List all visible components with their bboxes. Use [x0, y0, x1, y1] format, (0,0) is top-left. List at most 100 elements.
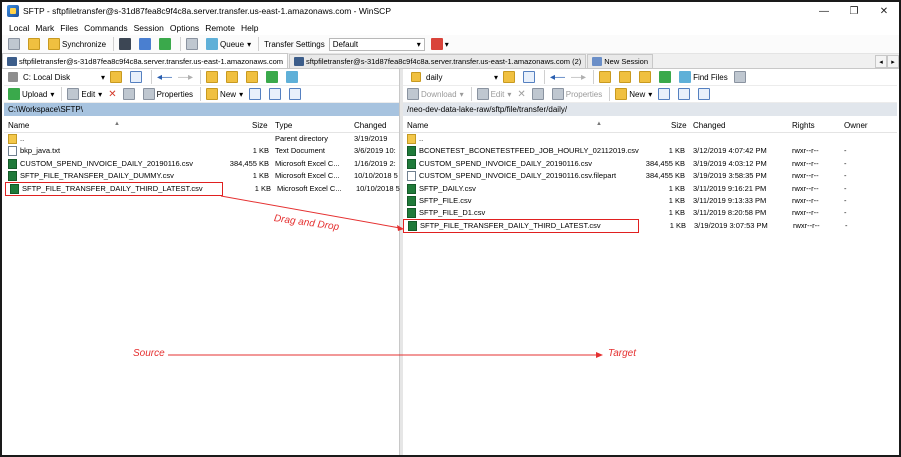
remote-forward-button[interactable]: —▸: [569, 69, 588, 86]
local-parent-dir-button[interactable]: [204, 69, 222, 86]
maximize-button[interactable]: ❐: [839, 2, 869, 20]
transfer-options-icon: [430, 38, 443, 50]
remote-properties-button[interactable]: Properties: [550, 86, 604, 103]
remote-root-dir-button[interactable]: [617, 69, 635, 86]
transfer-settings-value: Default: [332, 39, 359, 49]
local-select-all-button[interactable]: [247, 86, 265, 103]
table-row[interactable]: SFTP_FILE_TRANSFER_DAILY_THIRD_LATEST.cs…: [403, 218, 848, 234]
local-filter-button[interactable]: [128, 69, 146, 86]
remote-rename-button[interactable]: [530, 86, 548, 103]
table-row[interactable]: CUSTOM_SPEND_INVOICE_DAILY_20190116.csv.…: [403, 170, 897, 182]
toolbar-separator: [200, 87, 202, 101]
table-row[interactable]: SFTP_FILE_TRANSFER_DAILY_DUMMY.csv 1 KB Mi…: [4, 170, 399, 182]
download-button[interactable]: Download ▾: [405, 86, 466, 103]
site-manager-button[interactable]: [157, 36, 175, 53]
queue-button[interactable]: Queue ▾: [204, 36, 253, 53]
compare-directories-button[interactable]: [26, 36, 44, 53]
column-name[interactable]: Name: [407, 121, 428, 130]
table-row[interactable]: CUSTOM_SPEND_INVOICE_DAILY_20190116.csv 3…: [403, 158, 897, 170]
column-type[interactable]: Type: [275, 121, 292, 130]
putty-button[interactable]: [137, 36, 155, 53]
local-column-header: ▲ Name Size Type Changed: [4, 116, 399, 133]
remote-edit-button[interactable]: Edit ▾: [475, 86, 514, 103]
menu-local[interactable]: Local: [6, 23, 32, 33]
preferences-button[interactable]: [184, 36, 202, 53]
remote-filter-button[interactable]: [521, 69, 539, 86]
menu-session[interactable]: Session: [131, 23, 167, 33]
menu-remote[interactable]: Remote: [202, 23, 238, 33]
remote-file-list: .. BCONETEST_BCONETESTFEED_JOB_HOURLY_021…: [403, 133, 897, 234]
local-rename-button[interactable]: [121, 86, 139, 103]
table-row[interactable]: bkp_java.txt 1 KB Text Document 3/6/2019 10…: [4, 145, 399, 157]
synchronize-label: Synchronize: [62, 39, 107, 49]
local-back-button[interactable]: ◂—: [155, 69, 174, 86]
transfer-settings-select[interactable]: Default ▾: [328, 37, 425, 51]
table-row[interactable]: SFTP_FILE_D1.csv 1 KB 3/11/2019 8:20:58 PM…: [403, 207, 897, 219]
remote-parent-dir-button[interactable]: [597, 69, 615, 86]
menu-files[interactable]: Files: [57, 23, 81, 33]
remote-select-all-button[interactable]: [656, 86, 674, 103]
local-refresh-button[interactable]: [264, 69, 282, 86]
local-forward-button[interactable]: —▸: [176, 69, 195, 86]
local-new-button[interactable]: New ▾: [204, 86, 245, 103]
local-root-dir-button[interactable]: [224, 69, 242, 86]
table-row[interactable]: SFTP_DAILY.csv 1 KB 3/11/2019 9:16:21 PM rw…: [403, 183, 897, 195]
tab-scroll-left-button[interactable]: ◂: [875, 55, 887, 68]
queue-icon: [206, 38, 219, 50]
remote-home-dir-button[interactable]: [637, 69, 655, 86]
column-name[interactable]: Name: [8, 121, 29, 130]
remote-sync-browse-button[interactable]: [732, 69, 750, 86]
local-unselect-button[interactable]: [267, 86, 285, 103]
open-terminal-button[interactable]: [117, 36, 135, 53]
file-changed: 1/16/2019 2:: [354, 158, 396, 168]
table-row[interactable]: SFTP_FILE.csv 1 KB 3/11/2019 9:13:33 PM rwx…: [403, 195, 897, 207]
filter-icon: [130, 71, 142, 83]
tab-scroll-right-button[interactable]: ▸: [887, 55, 899, 68]
menu-help[interactable]: Help: [238, 23, 261, 33]
local-edit-button[interactable]: Edit ▾: [65, 86, 104, 103]
tab-new-session[interactable]: New Session: [587, 54, 654, 68]
local-open-folder-button[interactable]: [108, 69, 126, 86]
column-size[interactable]: Size: [252, 121, 268, 130]
add-bookmark-button[interactable]: [6, 36, 24, 53]
column-changed[interactable]: Changed: [354, 121, 386, 130]
column-rights[interactable]: Rights: [792, 121, 815, 130]
local-properties-button[interactable]: Properties: [141, 86, 195, 103]
table-row[interactable]: .. Parent directory 3/19/2019: [4, 133, 399, 145]
tab-session-1[interactable]: sftpfiletransfer@s-31d87fea8c9f4c8a.serv…: [2, 53, 288, 68]
forward-arrow-icon: —▸: [571, 71, 587, 83]
remote-filter-files-button[interactable]: [696, 86, 714, 103]
table-row[interactable]: BCONETEST_BCONETESTFEED_JOB_HOURLY_02112…: [403, 145, 897, 157]
table-row[interactable]: CUSTOM_SPEND_INVOICE_DAILY_20190116.csv 3…: [4, 158, 399, 170]
tab-session-2[interactable]: sftpfiletransfer@s-31d87fea8c9f4c8a.serv…: [289, 54, 587, 68]
remote-unselect-button[interactable]: [676, 86, 694, 103]
column-changed[interactable]: Changed: [693, 121, 725, 130]
local-delete-button[interactable]: ✕: [106, 86, 118, 103]
column-owner[interactable]: Owner: [844, 121, 868, 130]
menu-commands[interactable]: Commands: [81, 23, 130, 33]
remote-open-folder-button[interactable]: [501, 69, 519, 86]
synchronize-button[interactable]: Synchronize: [46, 36, 108, 53]
remote-folder-select[interactable]: daily ▾: [423, 70, 501, 84]
menu-options[interactable]: Options: [167, 23, 202, 33]
table-row[interactable]: ..: [403, 133, 897, 145]
local-find-button[interactable]: [284, 69, 302, 86]
toolbar-separator: [609, 87, 611, 101]
excel-file-icon: [8, 171, 17, 182]
menu-mark[interactable]: Mark: [32, 23, 57, 33]
column-size[interactable]: Size: [671, 121, 687, 130]
remote-new-button[interactable]: New ▾: [613, 86, 654, 103]
remote-delete-button[interactable]: ✕: [515, 86, 527, 103]
transfer-options-button[interactable]: ▾: [429, 36, 451, 53]
minimize-button[interactable]: —: [809, 2, 839, 20]
local-drive-select[interactable]: C: Local Disk ▾: [20, 70, 108, 84]
find-files-button[interactable]: Find Files: [677, 69, 730, 86]
table-row[interactable]: SFTP_FILE_TRANSFER_DAILY_THIRD_LATEST.cs…: [5, 181, 400, 196]
close-button[interactable]: ✕: [869, 2, 899, 20]
local-home-dir-button[interactable]: [244, 69, 262, 86]
upload-button[interactable]: Upload ▾: [6, 86, 56, 103]
synchronize-icon: [48, 38, 60, 50]
remote-back-button[interactable]: ◂—: [548, 69, 567, 86]
remote-refresh-button[interactable]: [657, 69, 675, 86]
local-filter-files-button[interactable]: [287, 86, 305, 103]
